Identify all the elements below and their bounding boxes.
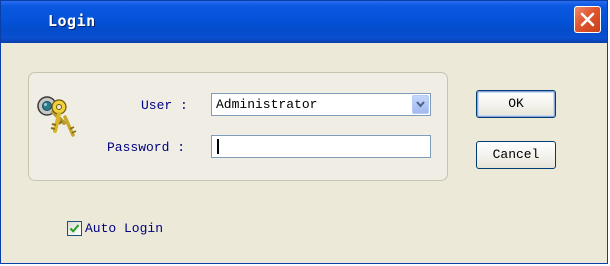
user-select[interactable]: Administrator [211,93,431,116]
login-dialog: Login User : Administrator Password: OK… [0,0,608,264]
dialog-body: User : Administrator Password : OK Cance… [1,43,607,263]
window-title: Login [48,12,96,30]
auto-login-checkbox[interactable] [67,221,82,236]
close-button[interactable] [574,6,601,33]
credentials-group [28,72,448,181]
user-label: User : [141,98,188,113]
keys-icon [37,96,77,137]
password-field[interactable] [211,135,431,158]
ok-button[interactable]: OK [476,90,556,118]
user-select-value: Administrator [216,97,318,112]
user-dropdown-button[interactable] [412,95,429,114]
cancel-button[interactable]: Cancel [476,141,556,169]
auto-login-label[interactable]: Auto Login [85,221,163,236]
title-bar[interactable]: Login [1,1,607,43]
checkmark-icon [69,224,80,233]
chevron-down-icon [416,101,425,108]
password-label: Password : [107,140,186,155]
close-icon [580,12,595,27]
text-cursor [217,139,219,154]
